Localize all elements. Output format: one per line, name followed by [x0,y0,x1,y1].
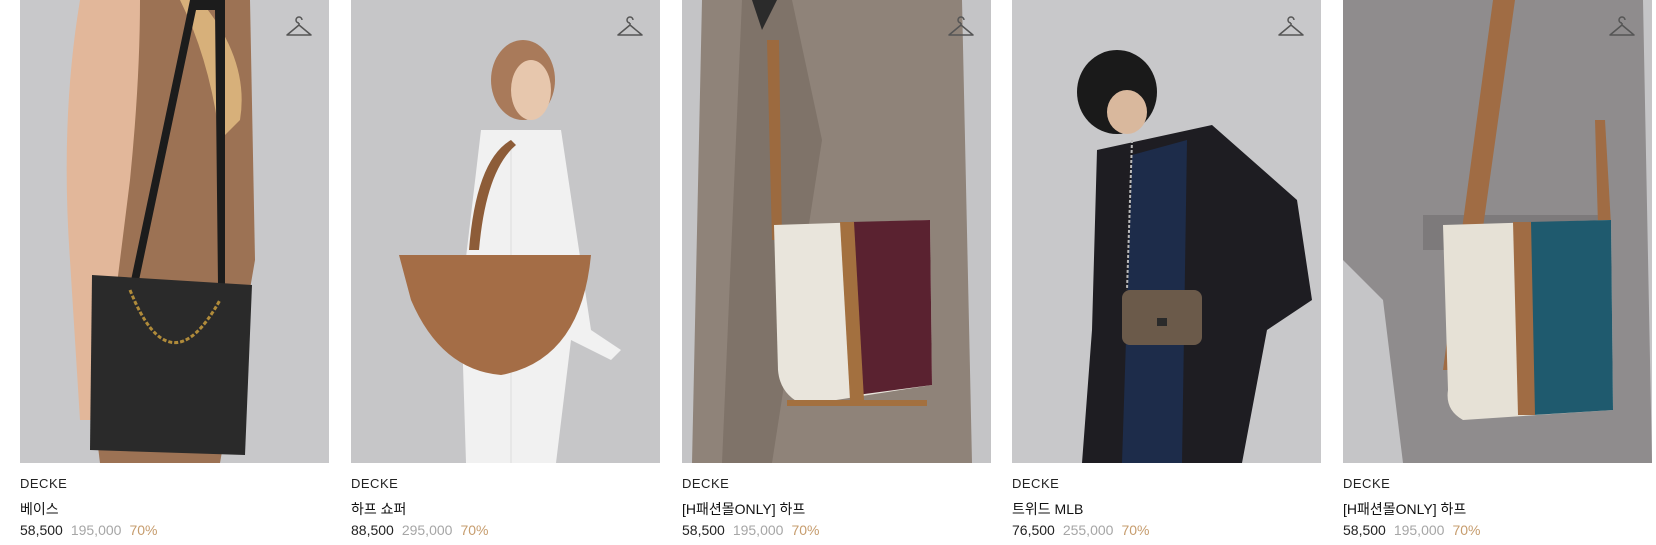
product-image[interactable] [1343,0,1652,463]
original-price: 195,000 [70,522,122,538]
original-price: 295,000 [401,522,453,538]
product-brand: DECKE [351,476,399,491]
product-name[interactable]: [H패션몰ONLY] 하프 [682,499,805,519]
discount-rate: 70% [1452,522,1481,538]
product-grid: DECKE 베이스 58,500 195,000 70% DECKE 하프 쇼퍼… [0,0,1656,545]
product-prices: 76,500 255,000 70% [1012,522,1149,538]
product-prices: 88,500 295,000 70% [351,522,488,538]
hanger-icon[interactable] [616,16,644,40]
product-prices: 58,500 195,000 70% [1343,522,1480,538]
product-brand: DECKE [1343,476,1391,491]
original-price: 195,000 [732,522,784,538]
product-name[interactable]: 하프 쇼퍼 [351,499,406,519]
product-brand: DECKE [20,476,68,491]
product-brand: DECKE [682,476,730,491]
original-price: 255,000 [1062,522,1114,538]
original-price: 195,000 [1393,522,1445,538]
product-card[interactable]: DECKE 베이스 58,500 195,000 70% [20,0,329,545]
product-name[interactable]: 트위드 MLB [1012,499,1083,519]
product-image[interactable] [1012,0,1321,463]
product-photo-scene [1343,0,1652,463]
sale-price: 58,500 [682,522,725,538]
sale-price: 88,500 [351,522,394,538]
hanger-icon[interactable] [285,16,313,40]
product-name[interactable]: 베이스 [20,499,59,519]
product-brand: DECKE [1012,476,1060,491]
hanger-icon[interactable] [947,16,975,40]
product-name[interactable]: [H패션몰ONLY] 하프 [1343,499,1466,519]
product-image[interactable] [682,0,991,463]
product-photo-scene [20,0,329,463]
product-photo-scene [1012,0,1321,463]
product-photo-scene [682,0,991,463]
product-card[interactable]: DECKE [H패션몰ONLY] 하프 58,500 195,000 70% [1343,0,1652,545]
product-prices: 58,500 195,000 70% [20,522,157,538]
product-card[interactable]: DECKE [H패션몰ONLY] 하프 58,500 195,000 70% [682,0,991,545]
hanger-icon[interactable] [1277,16,1305,40]
hanger-icon[interactable] [1608,16,1636,40]
sale-price: 58,500 [20,522,63,538]
sale-price: 58,500 [1343,522,1386,538]
product-photo-scene [351,0,660,463]
discount-rate: 70% [129,522,158,538]
sale-price: 76,500 [1012,522,1055,538]
product-image[interactable] [20,0,329,463]
product-card[interactable]: DECKE 하프 쇼퍼 88,500 295,000 70% [351,0,660,545]
product-image[interactable] [351,0,660,463]
product-prices: 58,500 195,000 70% [682,522,819,538]
discount-rate: 70% [460,522,489,538]
discount-rate: 70% [791,522,820,538]
product-card[interactable]: DECKE 트위드 MLB 76,500 255,000 70% [1012,0,1321,545]
discount-rate: 70% [1121,522,1150,538]
